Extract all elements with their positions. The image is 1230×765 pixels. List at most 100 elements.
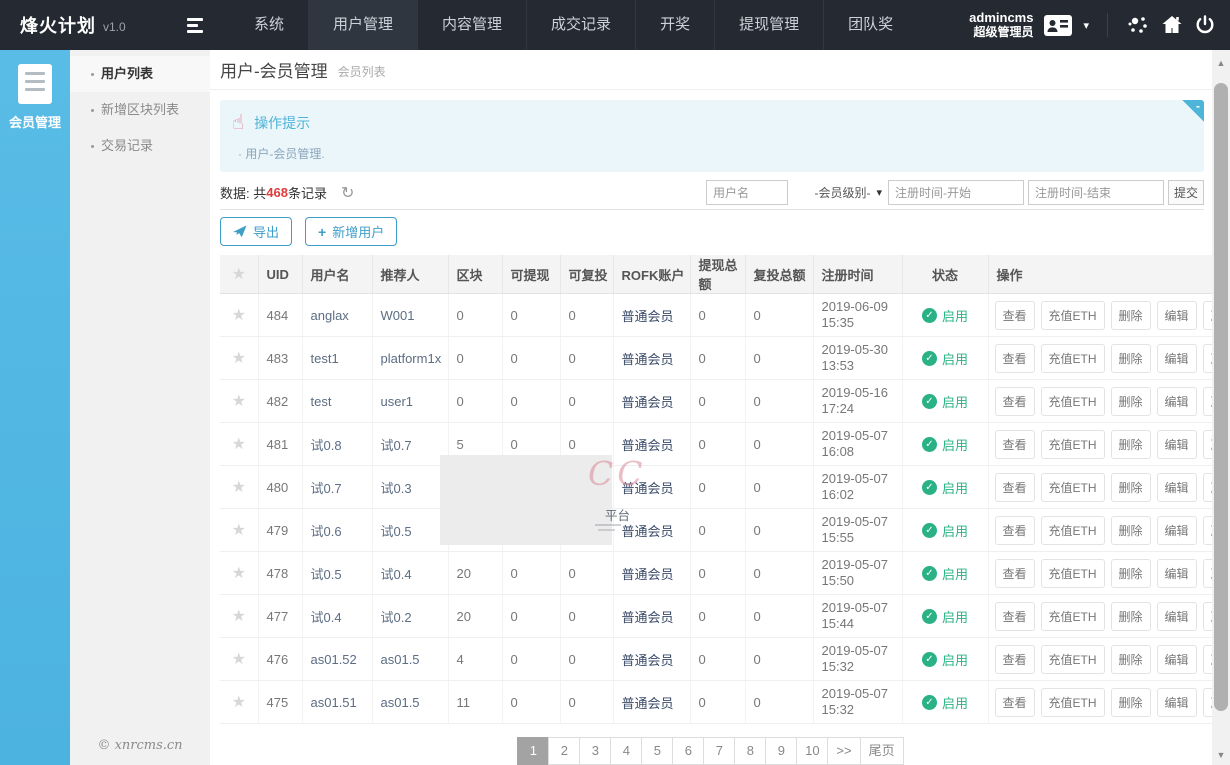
view-button[interactable]: 查看 [995, 430, 1035, 459]
star-icon[interactable]: ★ [232, 436, 246, 453]
delete-button[interactable]: 删除 [1111, 516, 1151, 545]
sidebar-item-0[interactable]: 用户列表 [70, 56, 210, 92]
freeze-button[interactable]: 冻 [1203, 516, 1212, 545]
nav-item-6[interactable]: 团队奖 [823, 0, 917, 50]
delete-button[interactable]: 删除 [1111, 602, 1151, 631]
id-card-icon[interactable] [1043, 13, 1073, 38]
page-10[interactable]: 10 [796, 737, 828, 765]
power-icon[interactable] [1194, 14, 1216, 36]
collapse-corner-button[interactable]: - [1182, 100, 1204, 122]
delete-button[interactable]: 删除 [1111, 344, 1151, 373]
edit-button[interactable]: 编辑 [1157, 473, 1197, 502]
network-icon[interactable] [1126, 13, 1150, 37]
page-4[interactable]: 4 [610, 737, 642, 765]
refresh-icon[interactable]: ↻ [341, 183, 354, 203]
page-3[interactable]: 3 [579, 737, 611, 765]
sidebar-item-1[interactable]: 新增区块列表 [70, 92, 210, 128]
recharge-eth-button[interactable]: 充值ETH [1041, 559, 1105, 588]
view-button[interactable]: 查看 [995, 559, 1035, 588]
edit-button[interactable]: 编辑 [1157, 645, 1197, 674]
module-rail[interactable]: 会员管理 [0, 50, 70, 765]
freeze-button[interactable]: 冻 [1203, 688, 1212, 717]
nav-item-4[interactable]: 开奖 [635, 0, 714, 50]
freeze-button[interactable]: 冻 [1203, 301, 1212, 330]
view-button[interactable]: 查看 [995, 473, 1035, 502]
page-2[interactable]: 2 [548, 737, 580, 765]
reg-start-input[interactable] [888, 180, 1024, 205]
star-icon[interactable]: ★ [232, 522, 246, 539]
freeze-button[interactable]: 冻 [1203, 344, 1212, 373]
view-button[interactable]: 查看 [995, 301, 1035, 330]
menu-collapse-icon[interactable] [178, 0, 212, 50]
recharge-eth-button[interactable]: 充值ETH [1041, 516, 1105, 545]
vertical-scrollbar[interactable]: ▲ ▼ [1212, 50, 1230, 765]
nav-item-5[interactable]: 提现管理 [714, 0, 823, 50]
delete-button[interactable]: 删除 [1111, 473, 1151, 502]
star-icon[interactable]: ★ [232, 694, 246, 711]
delete-button[interactable]: 删除 [1111, 301, 1151, 330]
view-button[interactable]: 查看 [995, 645, 1035, 674]
star-icon[interactable]: ★ [232, 393, 246, 410]
edit-button[interactable]: 编辑 [1157, 688, 1197, 717]
edit-button[interactable]: 编辑 [1157, 602, 1197, 631]
star-icon[interactable]: ★ [232, 350, 246, 367]
next-pages-button[interactable]: >> [827, 737, 860, 765]
recharge-eth-button[interactable]: 充值ETH [1041, 301, 1105, 330]
freeze-button[interactable]: 冻 [1203, 387, 1212, 416]
recharge-eth-button[interactable]: 充值ETH [1041, 473, 1105, 502]
recharge-eth-button[interactable]: 充值ETH [1041, 387, 1105, 416]
page-1[interactable]: 1 [517, 737, 549, 765]
recharge-eth-button[interactable]: 充值ETH [1041, 688, 1105, 717]
delete-button[interactable]: 删除 [1111, 645, 1151, 674]
freeze-button[interactable]: 冻 [1203, 473, 1212, 502]
page-6[interactable]: 6 [672, 737, 704, 765]
star-icon[interactable]: ★ [232, 651, 246, 668]
scroll-up-icon[interactable]: ▲ [1212, 58, 1230, 68]
submit-button[interactable]: 提交 [1168, 180, 1204, 205]
recharge-eth-button[interactable]: 充值ETH [1041, 430, 1105, 459]
edit-button[interactable]: 编辑 [1157, 387, 1197, 416]
freeze-button[interactable]: 冻 [1203, 559, 1212, 588]
star-icon[interactable]: ★ [232, 565, 246, 582]
nav-item-1[interactable]: 用户管理 [308, 0, 417, 50]
page-9[interactable]: 9 [765, 737, 797, 765]
reg-end-input[interactable] [1028, 180, 1164, 205]
freeze-button[interactable]: 冻 [1203, 645, 1212, 674]
edit-button[interactable]: 编辑 [1157, 559, 1197, 588]
scroll-down-icon[interactable]: ▼ [1212, 750, 1230, 760]
freeze-button[interactable]: 冻 [1203, 602, 1212, 631]
nav-item-0[interactable]: 系统 [230, 0, 308, 50]
view-button[interactable]: 查看 [995, 344, 1035, 373]
nav-item-3[interactable]: 成交记录 [526, 0, 635, 50]
edit-button[interactable]: 编辑 [1157, 430, 1197, 459]
chevron-down-icon[interactable]: ▾ [1083, 19, 1089, 32]
edit-button[interactable]: 编辑 [1157, 516, 1197, 545]
star-icon[interactable]: ★ [232, 479, 246, 496]
view-button[interactable]: 查看 [995, 688, 1035, 717]
username-filter-input[interactable] [706, 180, 788, 205]
scrollbar-thumb[interactable] [1214, 83, 1228, 711]
recharge-eth-button[interactable]: 充值ETH [1041, 602, 1105, 631]
freeze-button[interactable]: 冻 [1203, 430, 1212, 459]
view-button[interactable]: 查看 [995, 602, 1035, 631]
view-button[interactable]: 查看 [995, 387, 1035, 416]
delete-button[interactable]: 删除 [1111, 387, 1151, 416]
view-button[interactable]: 查看 [995, 516, 1035, 545]
add-user-button[interactable]: + 新增用户 [305, 217, 397, 246]
member-level-select[interactable]: -会员级别- ▾ [792, 180, 884, 205]
sidebar-item-2[interactable]: 交易记录 [70, 128, 210, 164]
home-icon[interactable] [1160, 13, 1184, 37]
star-icon[interactable]: ★ [232, 307, 246, 324]
edit-button[interactable]: 编辑 [1157, 344, 1197, 373]
delete-button[interactable]: 删除 [1111, 559, 1151, 588]
recharge-eth-button[interactable]: 充值ETH [1041, 344, 1105, 373]
delete-button[interactable]: 删除 [1111, 430, 1151, 459]
star-icon[interactable]: ★ [232, 608, 246, 625]
page-8[interactable]: 8 [734, 737, 766, 765]
page-5[interactable]: 5 [641, 737, 673, 765]
export-button[interactable]: 导出 [220, 217, 292, 246]
delete-button[interactable]: 删除 [1111, 688, 1151, 717]
edit-button[interactable]: 编辑 [1157, 301, 1197, 330]
recharge-eth-button[interactable]: 充值ETH [1041, 645, 1105, 674]
nav-item-2[interactable]: 内容管理 [417, 0, 526, 50]
